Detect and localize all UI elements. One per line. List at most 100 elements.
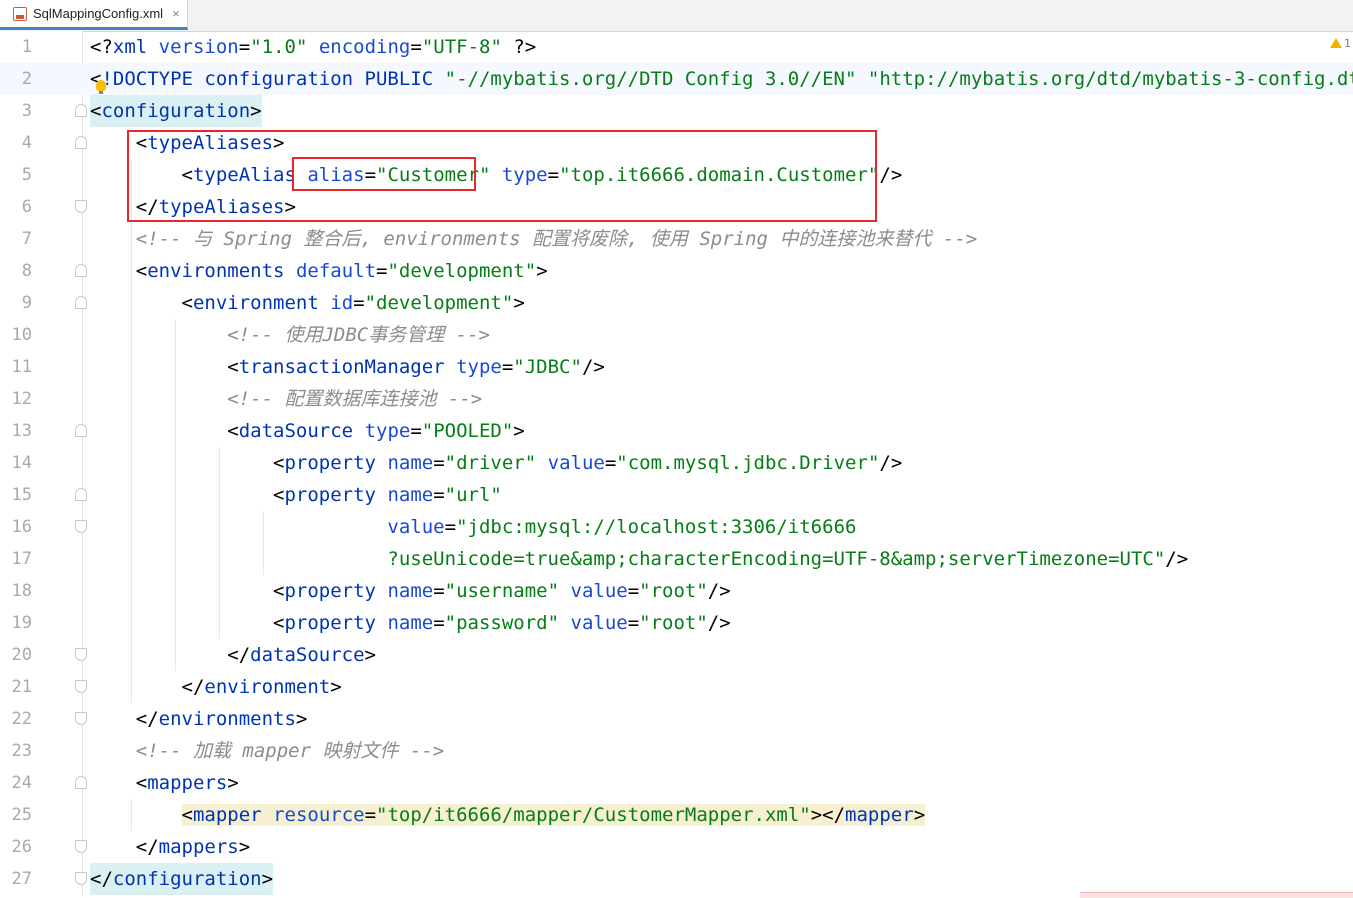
tab-sqlmappingconfig[interactable]: SqlMappingConfig.xml × (0, 0, 188, 30)
highlight-box-typealiases (127, 130, 877, 222)
token-pl: < (90, 420, 239, 442)
fold-icon[interactable] (75, 840, 87, 853)
fold-icon[interactable] (75, 648, 87, 661)
token-vl: "development" (387, 260, 537, 282)
token-pl: </ (90, 644, 251, 666)
code-text: ?useUnicode=true&amp;characterEncoding=U… (90, 543, 1188, 575)
matched-tag-highlight: <mapper resource="top/it6666/mapper/Cust… (181, 804, 926, 826)
token-pl: /> (1165, 548, 1189, 570)
token-vl: "UTF-8" (421, 36, 502, 58)
code-line[interactable]: 14 <property name="driver" value="com.my… (0, 447, 1353, 479)
code-line[interactable]: 12 <!-- 配置数据库连接池 --> (0, 383, 1353, 415)
fold-icon[interactable] (75, 424, 87, 437)
line-number: 22 (11, 709, 32, 729)
code-line[interactable]: 25 <mapper resource="top/it6666/mapper/C… (0, 799, 1353, 831)
token-at: default (295, 260, 377, 282)
token-at: version (158, 36, 239, 58)
fold-icon[interactable] (75, 520, 87, 533)
code-line[interactable]: 3 <configuration> (0, 95, 1353, 127)
code-line[interactable]: 10 <!-- 使用JDBC事务管理 --> (0, 319, 1353, 351)
token-tg: configuration (112, 868, 262, 890)
line-number: 6 (21, 197, 32, 217)
token-at: value (547, 452, 605, 474)
token-pl: > (364, 644, 376, 666)
token-pl: = (433, 580, 445, 602)
token-pl: < (90, 484, 285, 506)
fold-icon[interactable] (75, 712, 87, 725)
code-line[interactable]: 17 ?useUnicode=true&amp;characterEncodin… (0, 543, 1353, 575)
code-line[interactable]: 8 <environments default="development"> (0, 255, 1353, 287)
code-text: <!-- 使用JDBC事务管理 --> (90, 319, 490, 351)
code-line[interactable]: 19 <property name="password" value="root… (0, 607, 1353, 639)
token-pl: </ (90, 836, 159, 858)
fold-icon[interactable] (75, 296, 87, 309)
token-pl: = (433, 612, 445, 634)
code-line[interactable]: 11 <transactionManager type="JDBC"/> (0, 351, 1353, 383)
token-vl: "1.0" (250, 36, 308, 58)
token-pl: </ (90, 676, 205, 698)
code-line[interactable]: 18 <property name="username" value="root… (0, 575, 1353, 607)
line-number: 3 (21, 101, 32, 121)
token-at: name (387, 612, 434, 634)
token-pl: = (410, 36, 422, 58)
fold-icon[interactable] (75, 136, 87, 149)
fold-icon[interactable] (75, 680, 87, 693)
token-at: value (570, 612, 628, 634)
code-line[interactable]: 26 </mappers> (0, 831, 1353, 863)
token-pl: = (501, 356, 514, 378)
code-line[interactable]: 22 </environments> (0, 703, 1353, 735)
fold-icon[interactable] (75, 264, 87, 277)
token-pl: < (90, 452, 285, 474)
code-text: <mapper resource="top/it6666/mapper/Cust… (90, 799, 926, 831)
code-line[interactable]: 23 <!-- 加载 mapper 映射文件 --> (0, 735, 1353, 767)
code-line[interactable]: 7 <!-- 与 Spring 整合后, environments 配置将废除,… (0, 223, 1353, 255)
fold-icon[interactable] (75, 200, 87, 213)
token-tg: mapper (192, 804, 262, 826)
code-line[interactable]: 1 <?xml version="1.0" encoding="UTF-8" ?> (0, 31, 1353, 63)
token-tg: property (284, 580, 376, 602)
code-line[interactable]: 21 </environment> (0, 671, 1353, 703)
token-at: type (364, 420, 411, 442)
token-pl: < (90, 260, 148, 282)
token-pl: < (181, 804, 193, 826)
code-line[interactable]: 16 value="jdbc:mysql://localhost:3306/it… (0, 511, 1353, 543)
token-pl: < (90, 612, 285, 634)
line-number: 27 (11, 869, 32, 889)
token-pl: = (433, 452, 445, 474)
code-line[interactable]: 15 <property name="url" (0, 479, 1353, 511)
code-line[interactable]: 13 <dataSource type="POOLED"> (0, 415, 1353, 447)
code-text: <property name="url" (90, 479, 502, 511)
token-vl: "POOLED" (421, 420, 514, 442)
code-text: <!-- 与 Spring 整合后, environments 配置将废除, 使… (90, 223, 977, 255)
token-tg: environment (204, 676, 331, 698)
token-vl: "com.mysql.jdbc.Driver" (616, 452, 880, 474)
code-text: <property name="driver" value="com.mysql… (90, 447, 902, 479)
close-icon[interactable]: × (172, 6, 180, 21)
fold-icon[interactable] (75, 872, 87, 885)
token-vl: "http://mybatis.org/dtd/mybatis-3-config… (867, 68, 1353, 90)
code-line[interactable]: 9 <environment id="development"> (0, 287, 1353, 319)
token-vl: "JDBC" (513, 356, 582, 378)
code-line[interactable]: 20 </dataSource> (0, 639, 1353, 671)
lightbulb-icon[interactable] (96, 80, 106, 94)
fold-icon[interactable] (75, 776, 87, 789)
code-line[interactable]: 2 <!DOCTYPE configuration PUBLIC "-//myba… (0, 63, 1353, 95)
code-line[interactable]: 24 <mappers> (0, 767, 1353, 799)
token-tg: environments (158, 708, 296, 730)
code-line[interactable]: 27 </configuration> (0, 863, 1353, 895)
token-at: type (456, 356, 502, 378)
fold-icon[interactable] (75, 104, 87, 117)
code-text: <property name="username" value="root"/> (90, 575, 731, 607)
token-tg: property (284, 484, 376, 506)
fold-icon[interactable] (75, 488, 87, 501)
token-tg: dataSource (250, 644, 365, 666)
code-text: <configuration> (90, 95, 262, 127)
line-number: 18 (11, 581, 32, 601)
